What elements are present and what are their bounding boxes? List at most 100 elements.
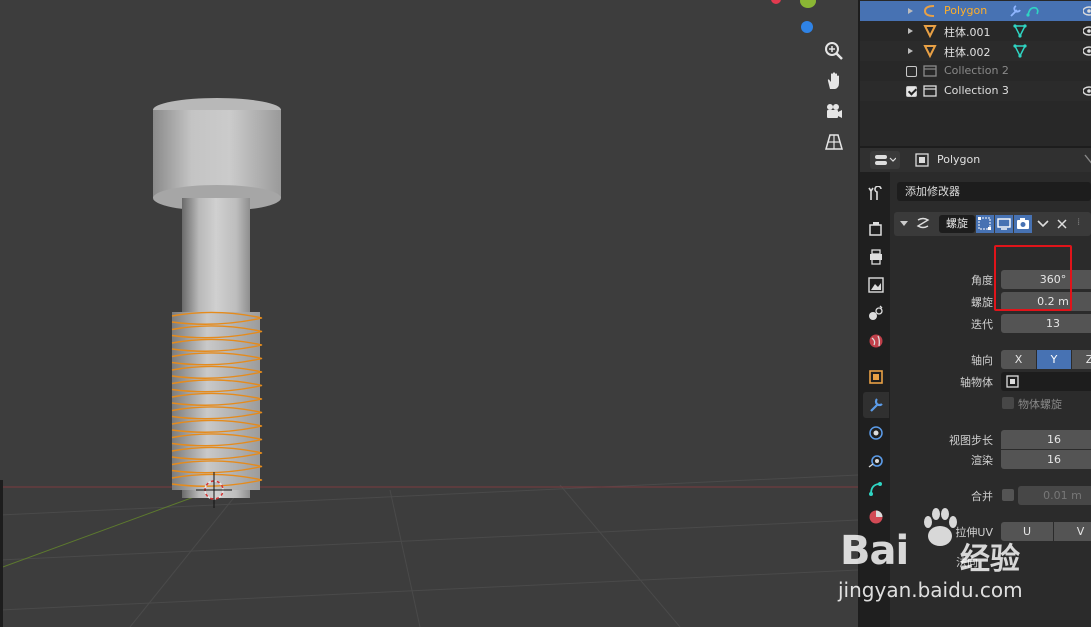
right-panels: Polygon 柱体.001 柱体.002 Collection 2 Colle…	[858, 0, 1091, 627]
iterations-field[interactable]: 13	[1001, 314, 1091, 333]
properties-object-name: Polygon	[937, 153, 981, 166]
drag-handle-icon[interactable]: ⁞	[1077, 217, 1080, 228]
merge-distance-field[interactable]: 0.01 m	[1018, 486, 1091, 505]
outliner-label: Collection 3	[944, 84, 1009, 97]
screw-field[interactable]: 0.2 m	[1001, 292, 1091, 311]
material-icon	[869, 510, 883, 524]
tool-icon	[868, 186, 882, 200]
wrench-icon	[870, 398, 883, 412]
object-screw-checkbox[interactable]	[1002, 397, 1014, 409]
pan-button[interactable]	[820, 67, 848, 95]
tab-particles[interactable]	[863, 420, 889, 446]
gizmo-z-dot[interactable]	[801, 21, 813, 33]
merge-label: 合并	[971, 490, 993, 503]
outliner-row-cylinder-001[interactable]: 柱体.001	[860, 21, 1091, 41]
stretch-u-button[interactable]: U	[1001, 522, 1053, 541]
outliner[interactable]: Polygon 柱体.001 柱体.002 Collection 2 Colle…	[860, 0, 1091, 146]
close-icon[interactable]	[1057, 219, 1067, 229]
tab-scene[interactable]	[863, 300, 889, 326]
collection-icon	[923, 85, 937, 97]
modifier-wrench-icon[interactable]	[1008, 4, 1022, 18]
stretch-uv-label: 拉伸UV	[955, 526, 993, 539]
physics-icon	[868, 455, 883, 468]
expand-triangle-icon[interactable]	[908, 8, 913, 14]
render-toggle[interactable]	[1014, 215, 1032, 233]
collection-3-checkbox[interactable]	[906, 86, 917, 97]
steps-viewport-field[interactable]: 16	[1001, 430, 1091, 449]
tab-physics[interactable]	[863, 448, 889, 474]
modifier-name-field[interactable]: 螺旋	[939, 215, 975, 233]
angle-label: 角度	[971, 274, 993, 287]
tab-render[interactable]	[863, 216, 889, 242]
axis-object-field[interactable]	[1001, 372, 1091, 391]
grid-perspective-icon	[825, 134, 843, 150]
visibility-eye-icon[interactable]	[1083, 5, 1091, 17]
tab-tool[interactable]	[863, 181, 889, 207]
visibility-eye-icon[interactable]	[1083, 25, 1091, 37]
tab-world[interactable]	[863, 328, 889, 354]
mesh-data-icon[interactable]	[1012, 43, 1028, 59]
modifier-header[interactable]: 螺旋 ⁞	[894, 212, 1091, 236]
merge-checkbox[interactable]	[1002, 489, 1014, 501]
curve-object-icon	[923, 5, 935, 17]
tab-data[interactable]	[863, 476, 889, 502]
hand-icon	[827, 72, 839, 89]
perspective-toggle-button[interactable]	[820, 128, 848, 156]
particles-icon	[869, 426, 883, 440]
edit-mode-icon	[978, 217, 991, 230]
outliner-label: Collection 2	[944, 64, 1009, 77]
axis-x-button[interactable]: X	[1001, 350, 1036, 369]
mesh-data-icon[interactable]	[1012, 23, 1028, 39]
steps-viewport-label: 视图步长	[949, 434, 993, 447]
tab-material[interactable]	[863, 504, 889, 530]
bolt-head	[153, 98, 281, 211]
editor-type-icon	[875, 155, 896, 165]
world-icon	[869, 334, 883, 348]
expand-triangle-icon[interactable]	[908, 48, 913, 54]
render-steps-label: 渲染	[971, 454, 993, 467]
pin-icon[interactable]	[1083, 153, 1091, 167]
normals-subpanel-label[interactable]: 法向	[956, 554, 978, 570]
object-icon	[869, 370, 883, 384]
object-icon	[915, 153, 929, 167]
curve-data-icon[interactable]	[1025, 4, 1041, 18]
iterations-label: 迭代	[971, 318, 993, 331]
image-icon	[868, 277, 884, 293]
render-icon	[869, 222, 882, 236]
axis-z-button[interactable]: Z	[1072, 350, 1091, 369]
editor-type-button[interactable]	[870, 151, 900, 169]
tab-modifiers[interactable]	[863, 392, 889, 418]
zoom-button[interactable]	[820, 37, 848, 65]
collection-2-checkbox[interactable]	[906, 66, 917, 77]
visibility-eye-icon[interactable]	[1083, 45, 1091, 57]
axis-y-button[interactable]: Y	[1037, 350, 1071, 369]
angle-field[interactable]: 360°	[1001, 270, 1091, 289]
visibility-eye-icon[interactable]	[1083, 85, 1091, 97]
tab-object[interactable]	[863, 364, 889, 390]
collapse-chevron-icon[interactable]	[900, 220, 908, 228]
outliner-row-cylinder-002[interactable]: 柱体.002	[860, 41, 1091, 61]
outliner-row-collection-2[interactable]: Collection 2	[860, 61, 1091, 81]
axis-object-label: 轴物体	[960, 376, 993, 389]
outliner-label: 柱体.001	[944, 26, 991, 39]
tab-output[interactable]	[863, 244, 889, 270]
outliner-row-collection-3[interactable]: Collection 3	[860, 81, 1091, 101]
camera-view-button[interactable]	[820, 97, 848, 125]
properties-tabs	[860, 172, 890, 627]
add-modifier-button[interactable]: 添加修改器	[897, 182, 1091, 201]
zoom-icon	[825, 42, 843, 60]
outliner-row-polygon[interactable]: Polygon	[860, 1, 1091, 21]
viewport-scene[interactable]	[0, 0, 858, 627]
render-steps-field[interactable]: 16	[1001, 450, 1091, 469]
3d-viewport[interactable]	[0, 0, 858, 627]
object-screw-label: 物体螺旋	[1018, 398, 1062, 411]
edit-mode-toggle[interactable]	[976, 215, 994, 233]
stretch-v-button[interactable]: V	[1054, 522, 1091, 541]
tab-view-layer[interactable]	[863, 272, 889, 298]
viewport-display-toggle[interactable]	[995, 215, 1013, 233]
camera-icon	[827, 104, 842, 118]
dropdown-chevron-icon[interactable]	[1037, 219, 1049, 229]
expand-triangle-icon[interactable]	[908, 28, 913, 34]
object-icon	[1006, 375, 1019, 388]
screw-thread	[171, 311, 263, 490]
